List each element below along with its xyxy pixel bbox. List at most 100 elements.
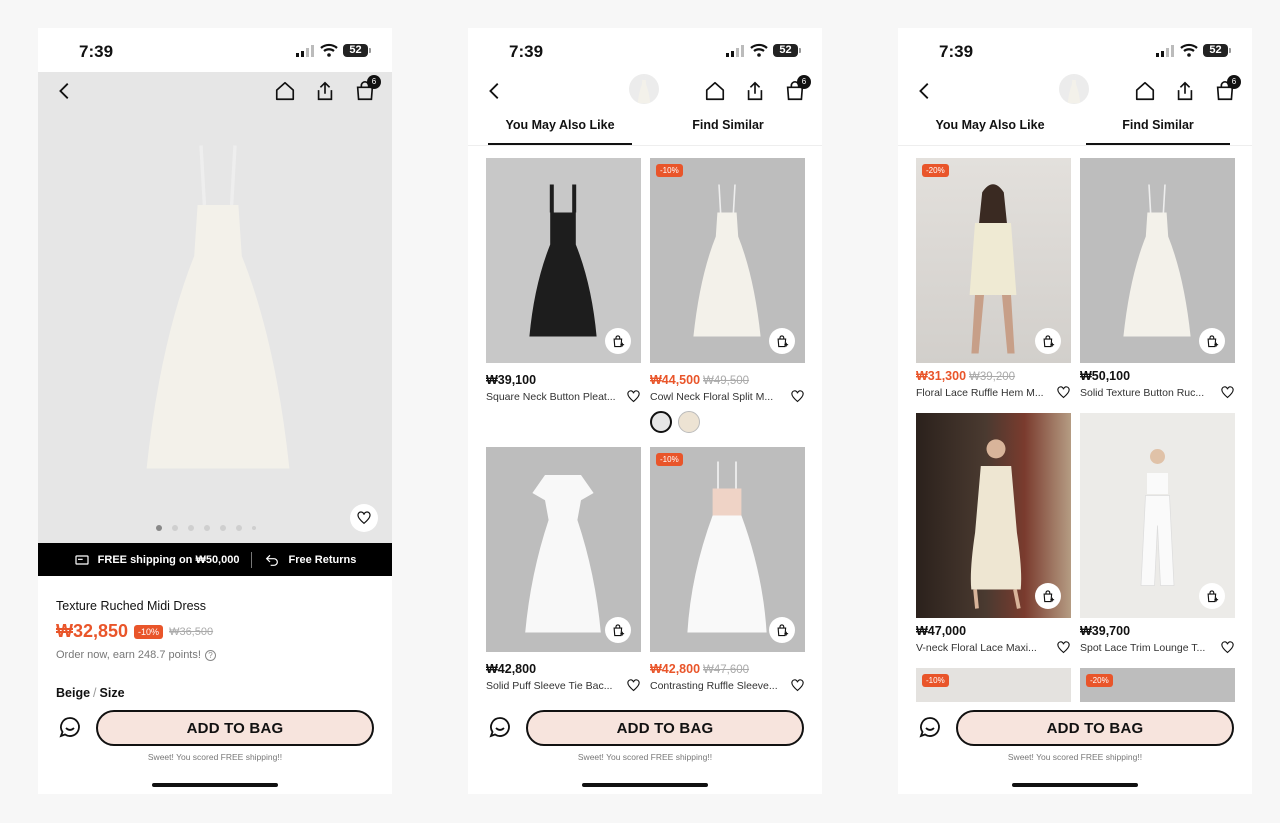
chat-icon[interactable] (488, 715, 512, 739)
status-bar: 7:39 52 (898, 28, 1252, 72)
product-card[interactable]: ₩47,000 V-neck Floral Lace Maxi... (916, 413, 1071, 655)
carousel-dot[interactable] (252, 526, 256, 530)
product-name[interactable]: V-neck Floral Lace Maxi... (916, 642, 1048, 654)
size-label: Size (99, 686, 125, 700)
product-image[interactable] (1080, 158, 1235, 363)
share-icon[interactable] (744, 80, 766, 102)
add-to-cart-button[interactable] (769, 328, 795, 354)
carousel-dot[interactable] (156, 525, 162, 531)
thumbnail-dress-image (629, 74, 659, 104)
back-icon[interactable] (54, 80, 76, 102)
share-icon[interactable] (314, 80, 336, 102)
home-icon[interactable] (704, 80, 726, 102)
price-value: ₩47,000 (916, 624, 967, 638)
add-to-cart-button[interactable] (1035, 328, 1061, 354)
share-icon[interactable] (1174, 80, 1196, 102)
product-name[interactable]: Contrasting Ruffle Sleeve... (650, 680, 782, 692)
product-name[interactable]: Solid Puff Sleeve Tie Bac... (486, 680, 618, 692)
product-name[interactable]: Floral Lace Ruffle Hem M... (916, 387, 1048, 399)
swatch-beige[interactable] (678, 411, 700, 433)
recommendation-tabs: You May Also Like Find Similar (898, 110, 1252, 146)
add-to-cart-button[interactable] (1199, 583, 1225, 609)
product-name[interactable]: Square Neck Button Pleat... (486, 391, 618, 403)
wishlist-button[interactable] (350, 504, 378, 532)
heart-icon[interactable] (790, 389, 805, 404)
heart-icon[interactable] (1220, 385, 1235, 400)
carousel-dot[interactable] (172, 525, 178, 531)
tab-find-similar[interactable]: Find Similar (656, 118, 800, 132)
add-to-bag-button[interactable]: ADD TO BAG (956, 710, 1234, 746)
product-name[interactable]: Cowl Neck Floral Split M... (650, 391, 782, 403)
heart-icon[interactable] (1056, 385, 1071, 400)
product-price: ₩50,100 (1080, 369, 1235, 383)
add-to-cart-button[interactable] (605, 617, 631, 643)
heart-icon[interactable] (1220, 640, 1235, 655)
product-price: ₩42,800 (486, 662, 641, 676)
heart-icon (356, 510, 372, 526)
heart-icon[interactable] (626, 389, 641, 404)
help-icon[interactable]: ? (204, 649, 216, 661)
carousel-dots (156, 525, 256, 531)
price-value: ₩39,700 (1080, 624, 1131, 638)
product-card[interactable]: -10% ₩44,500 ₩49,500 Cowl Neck Floral Spl… (650, 158, 805, 433)
product-image[interactable] (486, 158, 641, 363)
product-card[interactable]: ₩42,800 Solid Puff Sleeve Tie Bac... (486, 447, 641, 693)
add-to-cart-button[interactable] (1035, 583, 1061, 609)
discount-badge: -10% (922, 674, 949, 687)
product-image-carousel[interactable] (38, 72, 392, 543)
product-card[interactable]: -10% ₩42,800 ₩47,600 Contrasting Ruffle S… (650, 447, 805, 693)
signal-icon (296, 45, 314, 57)
product-name[interactable]: Spot Lace Trim Lounge T... (1080, 642, 1212, 654)
product-image[interactable] (486, 447, 641, 652)
battery-icon: 52 (343, 44, 371, 57)
add-to-cart-button[interactable] (769, 617, 795, 643)
free-shipping-note: Sweet! You scored FREE shipping!! (147, 752, 283, 762)
carousel-dot[interactable] (204, 525, 210, 531)
add-to-bag-button[interactable]: ADD TO BAG (526, 710, 804, 746)
carousel-dot[interactable] (188, 525, 194, 531)
active-tab-indicator (1086, 143, 1230, 145)
add-to-cart-button[interactable] (1199, 328, 1225, 354)
product-image[interactable]: -10% (650, 158, 805, 363)
home-icon[interactable] (1134, 80, 1156, 102)
product-card[interactable]: -20% ₩31,300 ₩39,200 Floral Lace Ruffle H… (916, 158, 1071, 400)
chat-icon[interactable] (58, 715, 82, 739)
product-card[interactable]: ₩39,100 Square Neck Button Pleat... (486, 158, 641, 404)
title-row: Solid Puff Sleeve Tie Bac... (486, 678, 641, 693)
chat-icon[interactable] (918, 715, 942, 739)
product-image[interactable]: -20% (916, 158, 1071, 363)
carousel-dot[interactable] (236, 525, 242, 531)
heart-icon[interactable] (790, 678, 805, 693)
product-card[interactable]: ₩50,100 Solid Texture Button Ruc... (1080, 158, 1235, 400)
variant-separator: / (93, 686, 97, 700)
tab-you-may-also-like[interactable]: You May Also Like (918, 118, 1062, 132)
shipping-text: FREE shipping on ₩50,000 (97, 553, 240, 566)
tab-you-may-also-like[interactable]: You May Also Like (488, 118, 632, 132)
heart-icon[interactable] (1056, 640, 1071, 655)
product-image[interactable]: -10% (650, 447, 805, 652)
product-image[interactable] (1080, 413, 1235, 618)
back-icon[interactable] (484, 80, 506, 102)
carousel-dot[interactable] (220, 525, 226, 531)
recommendation-tabs: You May Also Like Find Similar (468, 110, 822, 146)
product-image[interactable] (916, 413, 1071, 618)
product-price: ₩39,100 (486, 373, 641, 387)
swatch-white[interactable] (650, 411, 672, 433)
product-name[interactable]: Solid Texture Button Ruc... (1080, 387, 1212, 399)
home-icon[interactable] (274, 80, 296, 102)
add-cart-icon (775, 334, 790, 349)
product-thumbnail[interactable] (1059, 74, 1089, 104)
add-to-cart-button[interactable] (605, 328, 631, 354)
back-icon[interactable] (914, 80, 936, 102)
product-card[interactable]: ₩39,700 Spot Lace Trim Lounge T... (1080, 413, 1235, 655)
tab-find-similar[interactable]: Find Similar (1086, 118, 1230, 132)
home-indicator (582, 783, 708, 787)
heart-icon[interactable] (626, 678, 641, 693)
product-thumbnail[interactable] (629, 74, 659, 104)
add-cart-icon (1205, 589, 1220, 604)
original-price: ₩47,600 (703, 664, 750, 676)
model-photo (969, 184, 1017, 354)
add-to-bag-button[interactable]: ADD TO BAG (96, 710, 374, 746)
original-price: ₩49,500 (703, 375, 750, 387)
dress-image (1117, 178, 1197, 343)
